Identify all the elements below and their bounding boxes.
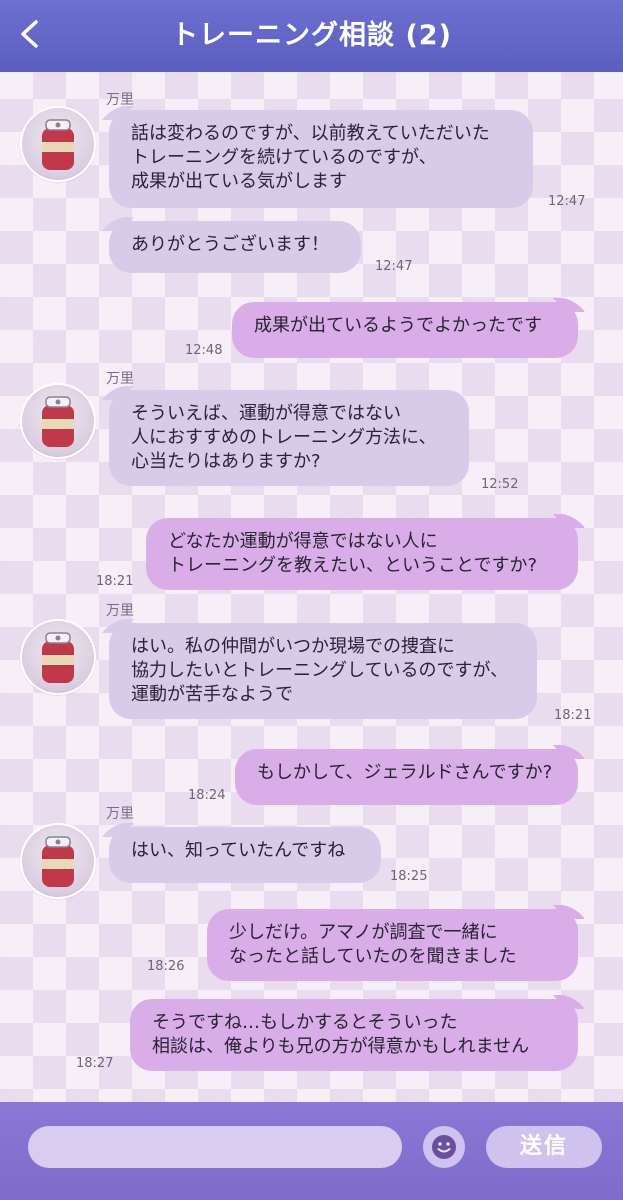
message-bubble[interactable]: 成果が出ているようでよかったです bbox=[232, 302, 578, 358]
sender-name: 万里 bbox=[106, 603, 134, 619]
sender-name: 万里 bbox=[106, 806, 134, 822]
message-time: 12:47 bbox=[375, 259, 413, 274]
message-time: 18:25 bbox=[390, 869, 428, 884]
message-time: 12:48 bbox=[185, 343, 223, 358]
message-bubble[interactable]: そういえば、運動が得意ではない 人におすすめのトレーニング方法に、 心当たりはあ… bbox=[109, 390, 469, 486]
message-time: 18:21 bbox=[554, 708, 592, 723]
message-time: 18:27 bbox=[76, 1056, 114, 1071]
message-time: 18:21 bbox=[96, 574, 134, 589]
message-composer: 送信 bbox=[0, 1102, 623, 1200]
avatar[interactable] bbox=[22, 825, 94, 897]
header-bar: トレーニング相談 (2) bbox=[0, 0, 623, 72]
page-title: トレーニング相談 (2) bbox=[171, 20, 452, 51]
send-button[interactable]: 送信 bbox=[486, 1126, 602, 1168]
sender-name: 万里 bbox=[106, 371, 134, 387]
pepper-jar-icon bbox=[42, 119, 74, 170]
avatar[interactable] bbox=[22, 385, 94, 457]
message-bubble[interactable]: もしかして、ジェラルドさんですか? bbox=[235, 749, 578, 805]
pepper-jar-icon bbox=[42, 632, 74, 683]
message-bubble[interactable]: はい。私の仲間がいつか現場での捜査に 協力したいとトレーニングしているのですが、… bbox=[109, 623, 537, 719]
avatar[interactable] bbox=[22, 108, 94, 180]
message-bubble[interactable]: 少しだけ。アマノが調査で一緒に なったと話していたのを聞きました bbox=[207, 909, 578, 981]
message-time: 12:52 bbox=[481, 477, 519, 492]
avatar[interactable] bbox=[22, 621, 94, 693]
chat-area[interactable]: 万里 話は変わるのですが、以前教えていただいた トレーニングを続けているのですが… bbox=[0, 72, 623, 1102]
message-time: 18:26 bbox=[147, 959, 185, 974]
message-time: 12:47 bbox=[548, 194, 586, 209]
pepper-jar-icon bbox=[42, 396, 74, 447]
message-time: 18:24 bbox=[188, 788, 226, 803]
emoji-button[interactable] bbox=[423, 1126, 465, 1168]
message-input[interactable] bbox=[28, 1126, 402, 1168]
message-bubble[interactable]: どなたか運動が得意ではない人に トレーニングを教えたい、ということですか? bbox=[146, 518, 578, 590]
smiley-icon bbox=[432, 1135, 456, 1159]
pepper-jar-icon bbox=[42, 836, 74, 887]
message-bubble[interactable]: 話は変わるのですが、以前教えていただいた トレーニングを続けているのですが、 成… bbox=[109, 110, 533, 208]
message-bubble[interactable]: はい、知っていたんですね bbox=[109, 827, 381, 883]
message-bubble[interactable]: ありがとうございます！ bbox=[109, 221, 361, 273]
message-bubble[interactable]: そうですね…もしかするとそういった 相談は、俺よりも兄の方が得意かもしれません bbox=[130, 999, 578, 1071]
